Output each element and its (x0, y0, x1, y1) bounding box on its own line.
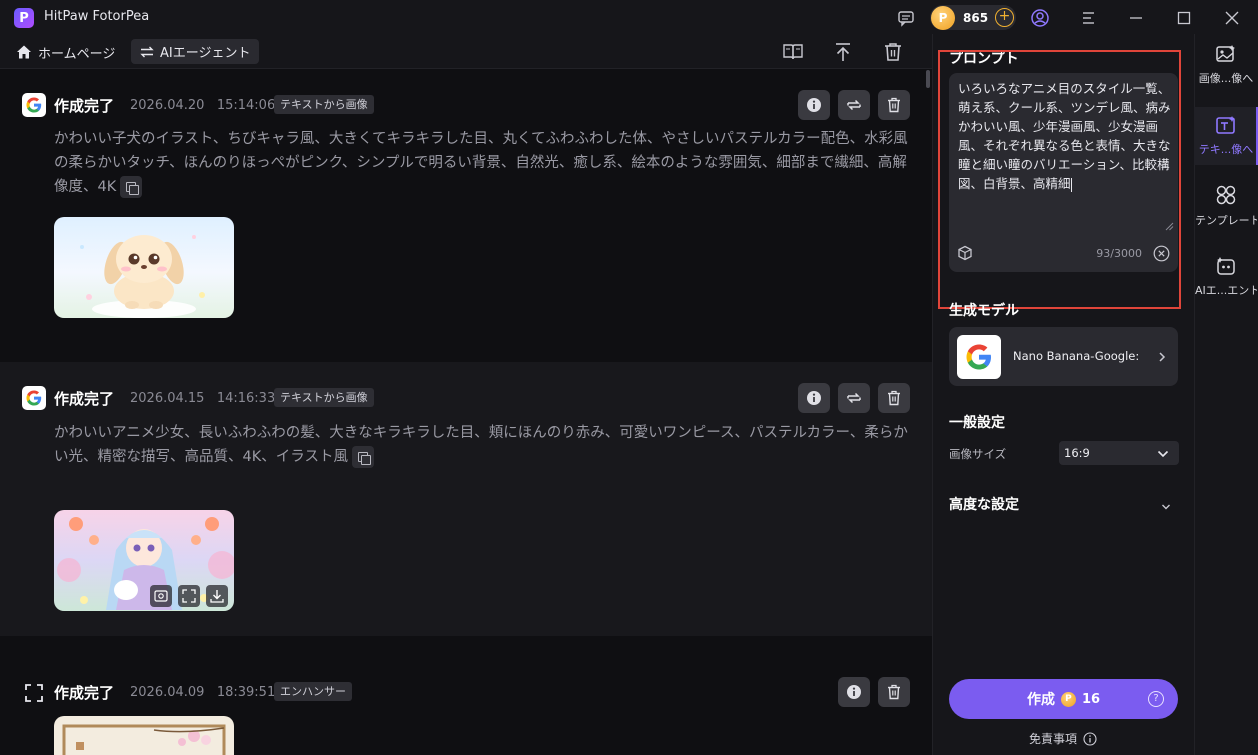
download-icon[interactable] (206, 585, 228, 607)
entry-prompt-text: かわいいアニメ少女、長いふわふわの髪、大きなキラキラした目、頬にほんのり赤み、可… (54, 425, 908, 465)
chevron-down-icon (1157, 448, 1169, 458)
delete-entry-button[interactable] (878, 677, 910, 707)
chevron-down-icon[interactable] (1161, 500, 1171, 510)
credits-badge[interactable]: P 865 + (930, 5, 1016, 30)
info-button[interactable] (798, 90, 830, 120)
model-title: 生成モデル (949, 303, 1019, 319)
info-button[interactable] (838, 677, 870, 707)
info-icon (807, 391, 821, 405)
trash-icon (888, 684, 900, 700)
rail-label: テンプレート (1195, 214, 1257, 227)
home-button[interactable]: ホームページ (16, 40, 115, 64)
entry-datetime: 2026.04.20 15:14:06 (130, 98, 276, 113)
rail-label: 画像...像へ (1198, 72, 1254, 85)
rail-label: テキ...像へ (1198, 143, 1254, 156)
entry-datetime: 2026.04.09 18:39:51 (130, 685, 276, 700)
coin-icon: P (1060, 691, 1076, 707)
coin-icon: P (931, 5, 955, 30)
create-button[interactable]: 作成 P 16 ? (949, 679, 1178, 719)
create-label: 作成 (1026, 692, 1055, 708)
entry-datetime: 2026.04.15 14:16:33 (130, 391, 276, 406)
info-icon (847, 685, 861, 699)
info-button[interactable] (798, 383, 830, 413)
history-entry: 作成完了 2026.04.09 18:39:51 エンハンサー (0, 636, 932, 755)
prompt-highlight-frame (938, 50, 1181, 309)
image-edit-icon[interactable] (150, 585, 172, 607)
add-credits-icon[interactable]: + (995, 8, 1014, 27)
google-icon (957, 335, 1001, 379)
chevron-right-icon (1157, 351, 1167, 363)
info-icon (807, 98, 821, 112)
enhanced-image-thumbnail[interactable] (54, 716, 234, 755)
rail-item-text-to-image[interactable]: テキ...像へ (1194, 107, 1258, 165)
agent-icon (1217, 257, 1235, 275)
entry-type-tag: テキストから画像 (274, 388, 374, 407)
entry-prompt-text: かわいい子犬のイラスト、ちびキャラ風、大きくてキラキラした目、丸くてふわふわした… (54, 131, 908, 195)
rail-item-ai-agent[interactable]: AIエ...エント (1194, 248, 1258, 306)
model-name: Nano Banana-Google:... (1013, 349, 1139, 363)
trash-icon (888, 97, 900, 113)
entry-status: 作成完了 (54, 390, 115, 408)
app-logo-icon: P (14, 8, 34, 28)
home-icon (17, 45, 31, 59)
rail-label: AIエ...エント (1195, 284, 1257, 297)
entry-type-tag: エンハンサー (274, 682, 352, 701)
trash-icon[interactable] (881, 40, 905, 64)
book-icon[interactable] (781, 40, 805, 64)
advanced-settings-title[interactable]: 高度な設定 (949, 494, 1019, 514)
disclaimer-label: 免責事項 (1029, 732, 1078, 746)
generated-image-anime-girl[interactable] (54, 510, 234, 611)
close-icon[interactable] (1221, 7, 1243, 29)
credit-count: 865 (963, 10, 989, 25)
swap-icon (140, 46, 154, 57)
home-label: ホームページ (38, 46, 116, 62)
title-bar: P HitPaw FotorPea P 865 + (0, 0, 1258, 34)
app-title: HitPaw FotorPea (44, 9, 150, 24)
image-size-value: 16:9 (1064, 446, 1090, 460)
regenerate-icon (847, 99, 861, 111)
regenerate-button[interactable] (838, 383, 870, 413)
delete-entry-button[interactable] (878, 383, 910, 413)
copy-icon[interactable] (120, 176, 143, 198)
account-icon[interactable] (1029, 7, 1051, 29)
regenerate-icon (847, 392, 861, 404)
scroll-top-icon[interactable] (831, 40, 855, 64)
feed-scrollbar[interactable] (926, 70, 930, 88)
general-settings-title: 一般設定 (949, 415, 1005, 431)
fullscreen-icon[interactable] (178, 585, 200, 607)
generated-image-puppy[interactable] (54, 217, 234, 318)
image-icon (1216, 45, 1235, 62)
history-feed: 作成完了 2026.04.20 15:14:06 テキストから画像 かわいい子犬… (0, 70, 932, 755)
delete-entry-button[interactable] (878, 90, 910, 120)
copy-icon[interactable] (351, 446, 374, 468)
entry-status: 作成完了 (54, 97, 115, 115)
ai-agent-label: AIエージェント (160, 46, 251, 61)
entry-status: 作成完了 (54, 684, 115, 702)
ai-agent-button[interactable]: AIエージェント (131, 39, 260, 64)
image-size-label: 画像サイズ (949, 447, 1007, 461)
main-toolbar: ホームページ AIエージェント (0, 34, 932, 69)
rail-item-template[interactable]: テンプレート (1194, 177, 1258, 235)
template-icon (1216, 185, 1236, 205)
history-entry: 作成完了 2026.04.20 15:14:06 テキストから画像 かわいい子犬… (0, 70, 932, 362)
enhance-icon (24, 683, 44, 703)
disclaimer-link[interactable]: 免責事項 (1029, 730, 1097, 747)
google-icon (22, 386, 46, 410)
info-icon (1083, 731, 1097, 746)
regenerate-button[interactable] (838, 90, 870, 120)
minimize-icon[interactable] (1125, 7, 1147, 29)
entry-prompt: かわいい子犬のイラスト、ちびキャラ風、大きくてキラキラした目、丸くてふわふわした… (54, 127, 912, 199)
entry-prompt: かわいいアニメ少女、長いふわふわの髪、大きなキラキラした目、頬にほんのり赤み、可… (54, 421, 912, 469)
history-entry: 作成完了 2026.04.15 14:16:33 テキストから画像 かわいいアニ… (0, 362, 932, 636)
menu-icon[interactable] (1077, 7, 1099, 29)
text-image-icon (1216, 116, 1235, 134)
feedback-icon[interactable] (895, 7, 917, 29)
maximize-icon[interactable] (1173, 7, 1195, 29)
google-icon (22, 93, 46, 117)
rail-item-image-to-image[interactable]: 画像...像へ (1194, 36, 1258, 94)
trash-icon (888, 390, 900, 406)
create-cost: 16 (1081, 691, 1101, 707)
help-icon[interactable]: ? (1148, 691, 1164, 707)
entry-type-tag: テキストから画像 (274, 95, 374, 114)
